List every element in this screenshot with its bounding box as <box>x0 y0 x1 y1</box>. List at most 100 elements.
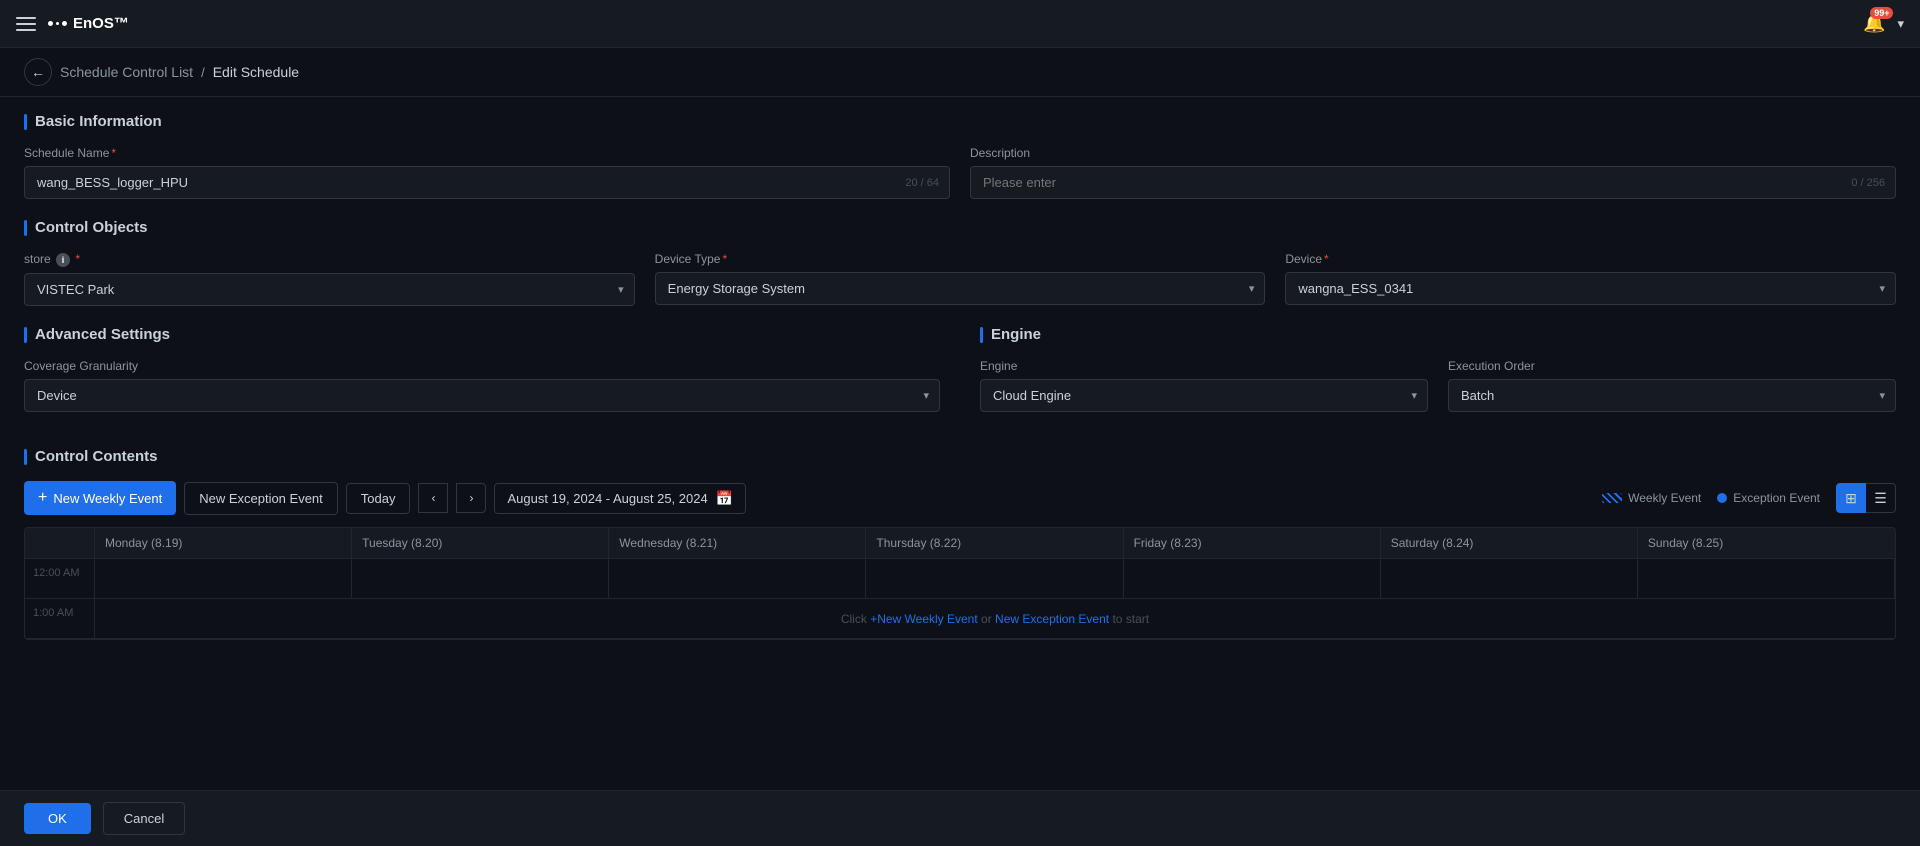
schedule-name-field-wrap[interactable]: 20 / 64 <box>24 166 950 199</box>
legend-exception-label: Exception Event <box>1733 491 1820 505</box>
description-input[interactable] <box>971 167 1895 198</box>
today-button[interactable]: Today <box>346 483 411 514</box>
hint-prefix: Click <box>841 612 867 626</box>
hint-or: or <box>981 612 992 626</box>
device-type-label: Device Type* <box>655 252 1266 266</box>
device-value: wangna_ESS_0341 <box>1286 273 1869 304</box>
chevron-left-icon: ‹ <box>431 491 435 505</box>
next-week-button[interactable]: › <box>456 483 486 513</box>
page-footer: OK Cancel <box>0 790 1920 846</box>
calendar-header: Monday (8.19) Tuesday (8.20) Wednesday (… <box>25 528 1895 559</box>
schedule-name-input[interactable] <box>25 167 949 198</box>
legend-exception-icon <box>1717 493 1727 503</box>
plus-icon: + <box>38 489 47 507</box>
legend-weekly-label: Weekly Event <box>1628 491 1701 505</box>
new-weekly-label: New Weekly Event <box>53 491 162 506</box>
monday-header: Monday (8.19) <box>95 528 352 558</box>
cancel-button[interactable]: Cancel <box>103 802 185 835</box>
store-group: store i * VISTEC Park ▾ <box>24 252 635 306</box>
thursday-header: Thursday (8.22) <box>866 528 1123 558</box>
notifications-bell[interactable]: 🔔 99+ <box>1863 13 1885 34</box>
view-toggle: ⊞ ☰ <box>1836 483 1896 513</box>
new-exception-event-button[interactable]: New Exception Event <box>184 482 338 515</box>
advanced-settings-title: Advanced Settings <box>24 326 940 343</box>
main-content: Basic Information Schedule Name* 20 / 64… <box>0 97 1920 791</box>
engine-label: Engine <box>980 359 1428 373</box>
execution-order-value: Batch <box>1449 380 1869 411</box>
prev-week-button[interactable]: ‹ <box>418 483 448 513</box>
device-type-value: Energy Storage System <box>656 273 1239 304</box>
coverage-granularity-select[interactable]: Device ▾ <box>24 379 940 412</box>
list-icon: ☰ <box>1874 490 1887 507</box>
list-view-button[interactable]: ☰ <box>1866 483 1896 513</box>
breadcrumb: ← Schedule Control List / Edit Schedule <box>0 48 1920 97</box>
description-field-wrap[interactable]: 0 / 256 <box>970 166 1896 199</box>
schedule-name-label: Schedule Name* <box>24 146 950 160</box>
coverage-granularity-dropdown-icon: ▾ <box>913 389 939 402</box>
date-range-text: August 19, 2024 - August 25, 2024 <box>507 491 707 506</box>
engine-value: Cloud Engine <box>981 380 1401 411</box>
menu-icon[interactable] <box>16 17 36 31</box>
store-dropdown-icon: ▾ <box>608 283 634 296</box>
schedule-name-char-count: 20 / 64 <box>905 177 939 189</box>
breadcrumb-parent: Schedule Control List <box>60 64 193 80</box>
advanced-engine-row: Advanced Settings Coverage Granularity D… <box>24 326 1896 428</box>
saturday-header: Saturday (8.24) <box>1381 528 1638 558</box>
grid-view-button[interactable]: ⊞ <box>1836 483 1866 513</box>
legend-weekly-icon <box>1602 493 1622 503</box>
device-select[interactable]: wangna_ESS_0341 ▾ <box>1285 272 1896 305</box>
wed-1200am-cell[interactable] <box>609 559 866 599</box>
time-1200am: 12:00 AM <box>25 559 95 599</box>
engine-section: Engine Engine Cloud Engine ▾ Execution O… <box>980 326 1896 428</box>
basic-information-section: Basic Information Schedule Name* 20 / 64… <box>24 113 1896 199</box>
tuesday-header: Tuesday (8.20) <box>352 528 609 558</box>
sat-1200am-cell[interactable] <box>1381 559 1638 599</box>
execution-order-select[interactable]: Batch ▾ <box>1448 379 1896 412</box>
control-objects-title: Control Objects <box>24 219 1896 236</box>
sun-1200am-cell[interactable] <box>1638 559 1895 599</box>
engine-dropdown-icon: ▾ <box>1401 389 1427 402</box>
description-label: Description <box>970 146 1896 160</box>
time-header <box>25 528 95 558</box>
execution-order-label: Execution Order <box>1448 359 1896 373</box>
calendar-icon: 📅 <box>716 490 733 507</box>
description-group: Description 0 / 256 <box>970 146 1896 199</box>
new-weekly-event-button[interactable]: + New Weekly Event <box>24 481 176 515</box>
back-button[interactable]: ← <box>24 58 52 86</box>
mon-1200am-cell[interactable] <box>95 559 352 599</box>
tue-1200am-cell[interactable] <box>352 559 609 599</box>
ok-button[interactable]: OK <box>24 803 91 834</box>
engine-title: Engine <box>980 326 1896 343</box>
user-chevron-icon: ▾ <box>1897 16 1904 32</box>
control-objects-section: Control Objects store i * VISTEC Park ▾ … <box>24 219 1896 306</box>
advanced-settings-section: Advanced Settings Coverage Granularity D… <box>24 326 940 428</box>
time-100am: 1:00 AM <box>25 599 95 639</box>
device-type-select[interactable]: Energy Storage System ▾ <box>655 272 1266 305</box>
fri-1200am-cell[interactable] <box>1124 559 1381 599</box>
grid-icon: ⊞ <box>1845 490 1857 507</box>
store-value: VISTEC Park <box>25 274 608 305</box>
schedule-name-group: Schedule Name* 20 / 64 <box>24 146 950 199</box>
coverage-granularity-label: Coverage Granularity <box>24 359 940 373</box>
app-logo: EnOS™ <box>48 15 129 32</box>
hint-new-exception-link[interactable]: New Exception Event <box>995 612 1109 626</box>
user-menu[interactable]: ▾ <box>1897 16 1904 32</box>
hint-new-weekly-link[interactable]: +New Weekly Event <box>870 612 978 626</box>
legend-group: Weekly Event Exception Event ⊞ ☰ <box>1602 483 1896 513</box>
description-char-count: 0 / 256 <box>1851 177 1885 189</box>
chevron-right-icon: › <box>469 491 473 505</box>
thu-1200am-cell[interactable] <box>866 559 1123 599</box>
legend-exception: Exception Event <box>1717 491 1820 505</box>
store-info-icon[interactable]: i <box>56 253 70 267</box>
store-select[interactable]: VISTEC Park ▾ <box>24 273 635 306</box>
hint-end: to start <box>1112 612 1149 626</box>
engine-select[interactable]: Cloud Engine ▾ <box>980 379 1428 412</box>
device-type-group: Device Type* Energy Storage System ▾ <box>655 252 1266 306</box>
breadcrumb-current: Edit Schedule <box>213 64 299 80</box>
date-range-picker[interactable]: August 19, 2024 - August 25, 2024 📅 <box>494 483 746 514</box>
top-navigation: EnOS™ 🔔 99+ ▾ <box>0 0 1920 48</box>
basic-information-title: Basic Information <box>24 113 1896 130</box>
coverage-granularity-group: Coverage Granularity Device ▾ <box>24 359 940 412</box>
logo-dots-icon <box>48 21 67 26</box>
friday-header: Friday (8.23) <box>1124 528 1381 558</box>
